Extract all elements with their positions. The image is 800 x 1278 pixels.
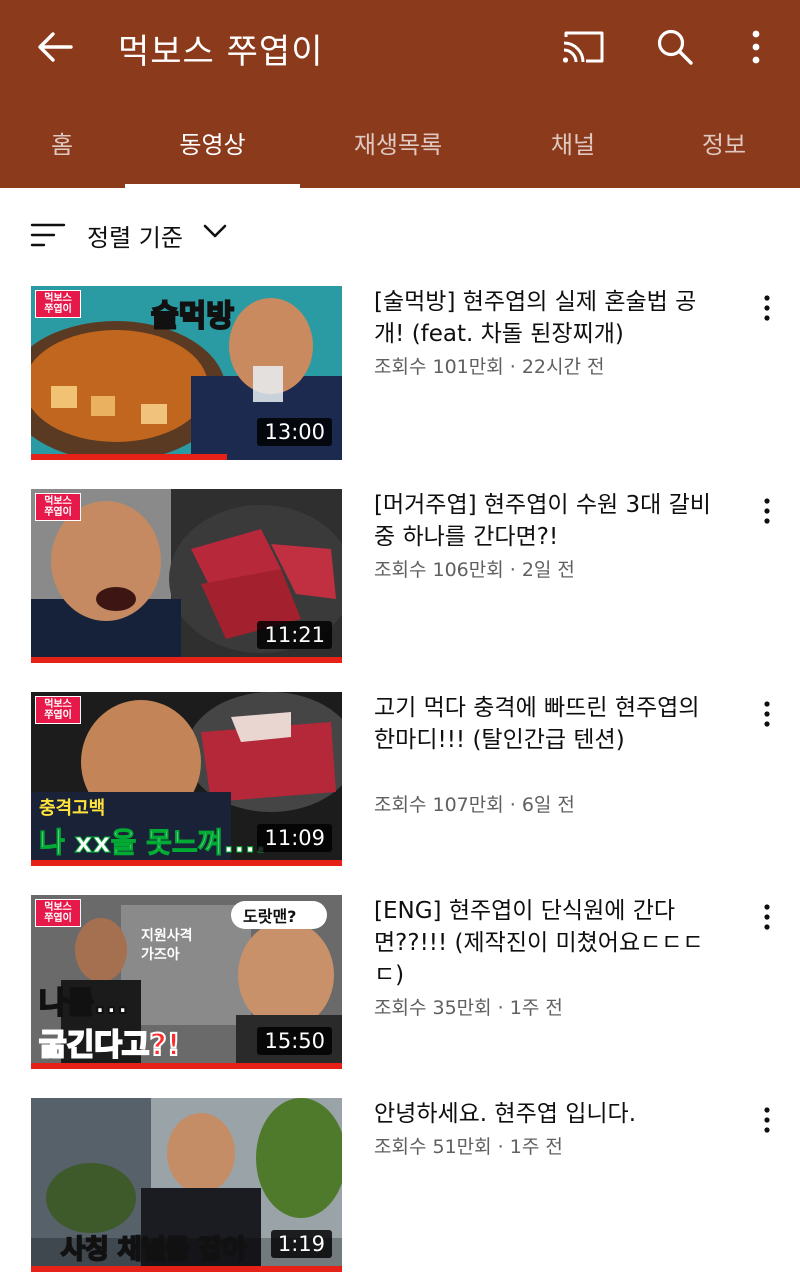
channel-badge: 먹보스 쭈엽이 (35, 290, 81, 318)
more-vert-icon (764, 701, 770, 727)
channel-badge: 먹보스 쭈엽이 (35, 696, 81, 724)
tab-playlists-label: 재생목록 (353, 130, 443, 159)
video-title[interactable]: [머거주엽] 현주엽이 수원 3대 갈비 중 하나를 간다면?! (374, 489, 724, 553)
video-meta: 조회수 35만회 · 1주 전 (374, 997, 563, 1019)
more-vert-icon (752, 30, 760, 64)
video-item[interactable]: 충격고백 나 xx을 못느껴.... 먹보스 쭈엽이 11:09 고기 먹다 충… (0, 692, 800, 872)
svg-text:가즈아: 가즈아 (141, 946, 180, 963)
video-item[interactable]: 먹보스 쭈엽이 11:21 [머거주엽] 현주엽이 수원 3대 갈비 중 하나를… (0, 489, 800, 669)
top-bar: 먹보스 쭈엽이 (0, 0, 800, 96)
more-vert-icon (764, 904, 770, 930)
video-meta: 조회수 106만회 · 2일 전 (374, 559, 575, 581)
watch-progress-bar (31, 657, 342, 663)
search-icon (657, 29, 693, 65)
channel-tabs: 홈 동영상 재생목록 채널 정보 (0, 96, 800, 188)
video-menu-button[interactable] (752, 694, 782, 734)
cast-icon (562, 31, 604, 63)
tab-home-label: 홈 (50, 130, 74, 159)
video-duration: 11:09 (257, 824, 332, 852)
svg-text:도랏맨?: 도랏맨? (243, 907, 296, 926)
video-meta: 조회수 101만회 · 22시간 전 (374, 356, 605, 378)
watch-progress-bar (31, 860, 342, 866)
video-duration: 15:50 (257, 1027, 332, 1055)
video-menu-button[interactable] (752, 1100, 782, 1140)
channel-title: 먹보스 쭈엽이 (118, 32, 324, 72)
thumbnail-caption: 충격고백 (39, 798, 105, 819)
video-duration: 1:19 (270, 1230, 332, 1258)
video-duration: 11:21 (257, 621, 332, 649)
video-title[interactable]: [술먹방] 현주엽의 실제 혼술법 공개! (feat. 차돌 된장찌개) (374, 286, 724, 350)
video-meta: 조회수 107만회 · 6일 전 (374, 794, 575, 816)
video-menu-button[interactable] (752, 897, 782, 937)
tab-home[interactable]: 홈 (20, 96, 104, 188)
video-title[interactable]: 고기 먹다 충격에 빠뜨린 현주엽의 한마디!!! (탈인간급 텐션) (374, 692, 724, 756)
tab-videos-label: 동영상 (179, 130, 246, 159)
thumbnail-caption: 굶긴다고?! (39, 1028, 180, 1063)
video-thumbnail[interactable]: 지원사격 가즈아 도랏맨? 나를... 굶긴다고?! 먹보스 쭈엽이 15:50 (31, 895, 342, 1069)
sort-icon (30, 223, 66, 247)
video-thumbnail[interactable]: 먹보스 쭈엽이 11:21 (31, 489, 342, 663)
thumbnail-caption: 술먹방 (151, 299, 234, 334)
video-duration: 13:00 (257, 418, 332, 446)
more-vert-icon (764, 498, 770, 524)
thumbnail-caption: 나를... (39, 986, 128, 1021)
thumbnail-caption: 나 xx을 못느껴.... (39, 826, 266, 859)
more-vert-icon (764, 1107, 770, 1133)
video-menu-button[interactable] (752, 288, 782, 328)
video-thumbnail[interactable]: 사칭 채널들 잡아 1:19 (31, 1098, 342, 1272)
cast-button[interactable] (556, 22, 610, 72)
video-thumbnail[interactable]: 충격고백 나 xx을 못느껴.... 먹보스 쭈엽이 11:09 (31, 692, 342, 866)
video-menu-button[interactable] (752, 491, 782, 531)
watch-progress-bar (31, 1266, 342, 1272)
channel-badge: 먹보스 쭈엽이 (35, 899, 81, 927)
thumbnail-caption: 사칭 채널들 잡아 (61, 1235, 247, 1265)
arrow-back-icon (38, 32, 73, 62)
back-button[interactable] (30, 22, 80, 72)
tab-about-label: 정보 (701, 130, 747, 159)
video-item[interactable]: 사칭 채널들 잡아 1:19 안녕하세요. 현주엽 입니다. 조회수 51만회 … (0, 1098, 800, 1278)
watch-progress-bar (31, 454, 227, 460)
video-item[interactable]: 지원사격 가즈아 도랏맨? 나를... 굶긴다고?! 먹보스 쭈엽이 15:50… (0, 895, 800, 1075)
more-vert-icon (764, 295, 770, 321)
video-title[interactable]: [ENG] 현주엽이 단식원에 간다면??!!! (제작진이 미쳤어요ㄷㄷㄷㄷ) (374, 895, 724, 991)
tab-channels[interactable]: 채널 (520, 96, 626, 188)
video-thumbnail[interactable]: 술먹방 먹보스 쭈엽이 13:00 (31, 286, 342, 460)
search-button[interactable] (650, 22, 700, 72)
svg-text:지원사격: 지원사격 (141, 927, 193, 944)
watch-progress-bar (31, 1063, 342, 1069)
tab-about[interactable]: 정보 (676, 96, 772, 188)
tab-playlists[interactable]: 재생목록 (330, 96, 466, 188)
video-item[interactable]: 술먹방 먹보스 쭈엽이 13:00 [술먹방] 현주엽의 실제 혼술법 공개! … (0, 286, 800, 466)
video-title[interactable]: 안녕하세요. 현주엽 입니다. (374, 1098, 724, 1130)
tab-videos[interactable]: 동영상 (125, 96, 300, 188)
overflow-menu-button[interactable] (736, 22, 776, 72)
sort-bar[interactable]: 정렬 기준 (0, 188, 800, 284)
channel-badge: 먹보스 쭈엽이 (35, 493, 81, 521)
sort-label: 정렬 기준 (87, 224, 183, 252)
app-bar: 먹보스 쭈엽이 홈 동영상 재생목록 채널 정보 (0, 0, 800, 188)
chevron-down-icon (203, 224, 227, 238)
tab-channels-label: 채널 (550, 130, 596, 159)
video-meta: 조회수 51만회 · 1주 전 (374, 1136, 563, 1158)
